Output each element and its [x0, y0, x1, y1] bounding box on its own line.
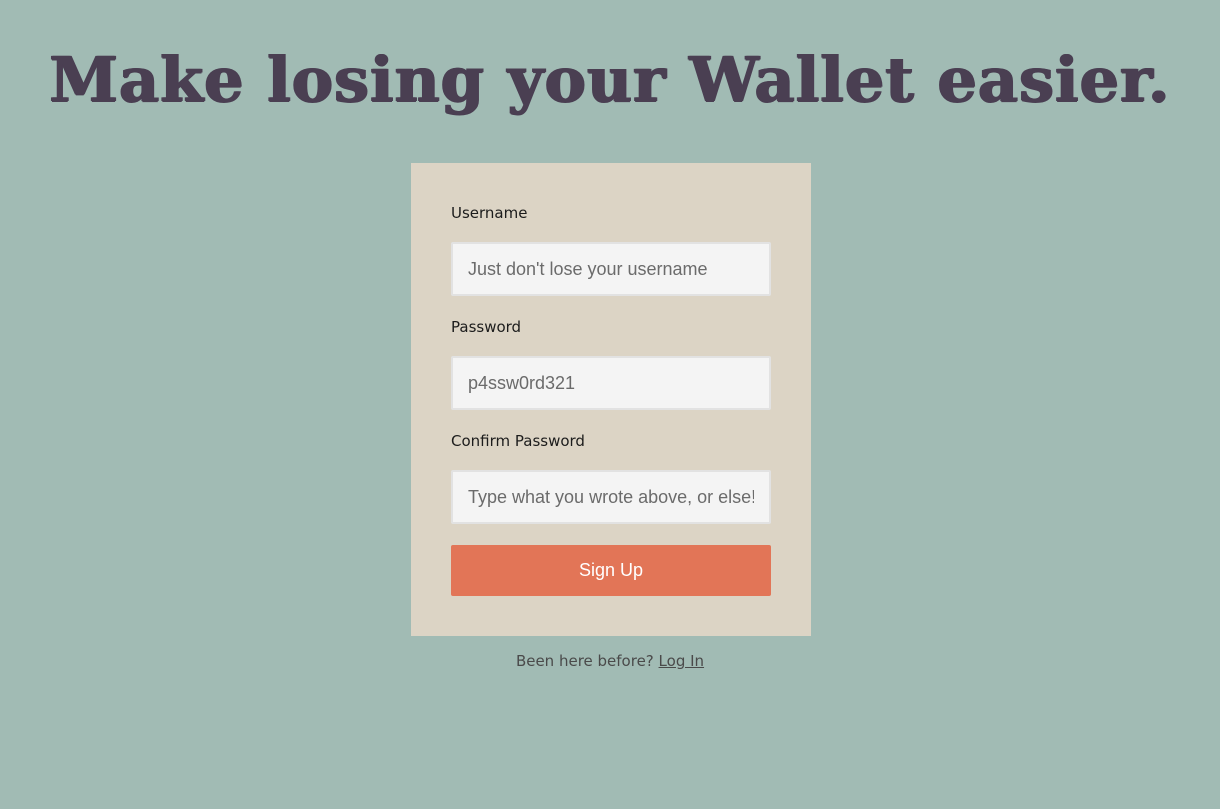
username-input[interactable] [451, 242, 771, 296]
signup-form: Username Password Confirm Password Sign … [411, 163, 811, 636]
username-label: Username [451, 204, 528, 222]
sign-up-button[interactable]: Sign Up [451, 545, 771, 596]
password-input[interactable] [451, 356, 771, 410]
login-prompt-text: Been here before? [515, 652, 654, 670]
confirm-password-input[interactable] [451, 470, 771, 524]
password-label: Password [451, 318, 522, 336]
log-in-link[interactable]: Log In [659, 652, 705, 670]
page-title: Make losing your Wallet easier. [49, 43, 1171, 116]
login-prompt: Been here before? Log In [0, 651, 1220, 671]
confirm-password-label: Confirm Password [451, 432, 585, 450]
